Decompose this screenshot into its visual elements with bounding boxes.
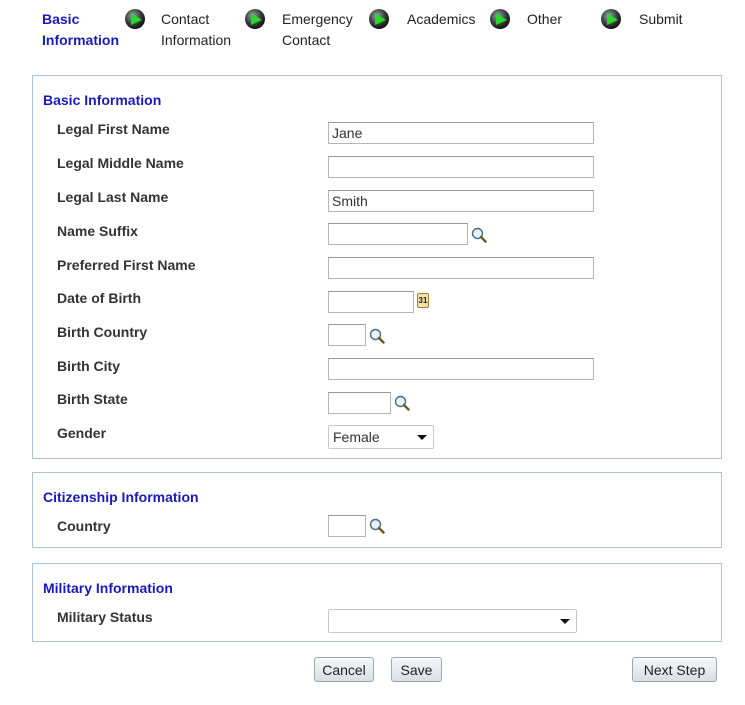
country-input[interactable] bbox=[328, 515, 366, 537]
basic-information-section: Basic Information Legal First Name Legal… bbox=[32, 75, 722, 459]
chevron-down-icon bbox=[560, 619, 570, 624]
birth-country-input[interactable] bbox=[328, 324, 366, 346]
calendar-icon[interactable]: 31 bbox=[417, 293, 429, 308]
step-arrow-icon bbox=[244, 8, 266, 30]
section-title: Citizenship Information bbox=[43, 489, 199, 505]
section-title: Military Information bbox=[43, 580, 173, 596]
chevron-down-icon bbox=[417, 435, 427, 440]
name-suffix-label: Name Suffix bbox=[57, 223, 138, 239]
step-academics[interactable]: Academics bbox=[407, 9, 475, 30]
birth-city-input[interactable] bbox=[328, 358, 594, 380]
first-name-input[interactable] bbox=[328, 122, 594, 144]
first-name-label: Legal First Name bbox=[57, 121, 170, 137]
step-arrow-icon bbox=[600, 8, 622, 30]
last-name-label: Legal Last Name bbox=[57, 189, 169, 205]
name-suffix-lookup-icon[interactable] bbox=[471, 227, 487, 243]
step-navigation: Basic Information Contact Information Emer… bbox=[0, 0, 745, 60]
country-label: Country bbox=[57, 518, 111, 534]
country-lookup-icon[interactable] bbox=[369, 518, 385, 534]
section-title: Basic Information bbox=[43, 92, 162, 108]
step-arrow-icon bbox=[368, 8, 390, 30]
step-arrow-icon bbox=[489, 8, 511, 30]
step-basic-information[interactable]: Basic Information bbox=[42, 9, 119, 51]
step-emergency-contact[interactable]: Emergency Contact bbox=[282, 9, 353, 51]
name-suffix-input[interactable] bbox=[328, 223, 468, 245]
military-information-section: Military Information Military Status bbox=[32, 563, 722, 642]
birth-state-input[interactable] bbox=[328, 392, 391, 414]
birth-country-lookup-icon[interactable] bbox=[369, 328, 385, 344]
citizenship-information-section: Citizenship Information Country bbox=[32, 472, 722, 548]
middle-name-input[interactable] bbox=[328, 156, 594, 178]
save-button[interactable]: Save bbox=[391, 657, 442, 682]
step-other[interactable]: Other bbox=[527, 9, 562, 30]
birth-country-label: Birth Country bbox=[57, 324, 148, 340]
cancel-button[interactable]: Cancel bbox=[314, 657, 374, 682]
gender-label: Gender bbox=[57, 425, 107, 441]
birth-state-label: Birth State bbox=[57, 391, 128, 407]
last-name-input[interactable] bbox=[328, 190, 594, 212]
step-contact-information[interactable]: Contact Information bbox=[161, 9, 231, 51]
step-submit[interactable]: Submit bbox=[639, 9, 683, 30]
military-status-select[interactable] bbox=[328, 609, 577, 633]
military-status-label: Military Status bbox=[57, 609, 153, 625]
date-of-birth-input[interactable] bbox=[328, 291, 414, 313]
birth-state-lookup-icon[interactable] bbox=[394, 395, 410, 411]
middle-name-label: Legal Middle Name bbox=[57, 155, 184, 171]
birth-city-label: Birth City bbox=[57, 358, 120, 374]
preferred-name-input[interactable] bbox=[328, 257, 594, 279]
gender-select[interactable]: Female bbox=[328, 425, 434, 449]
preferred-name-label: Preferred First Name bbox=[57, 257, 196, 273]
step-arrow-icon bbox=[124, 8, 146, 30]
date-of-birth-label: Date of Birth bbox=[57, 290, 141, 306]
next-step-button[interactable]: Next Step bbox=[632, 657, 717, 682]
